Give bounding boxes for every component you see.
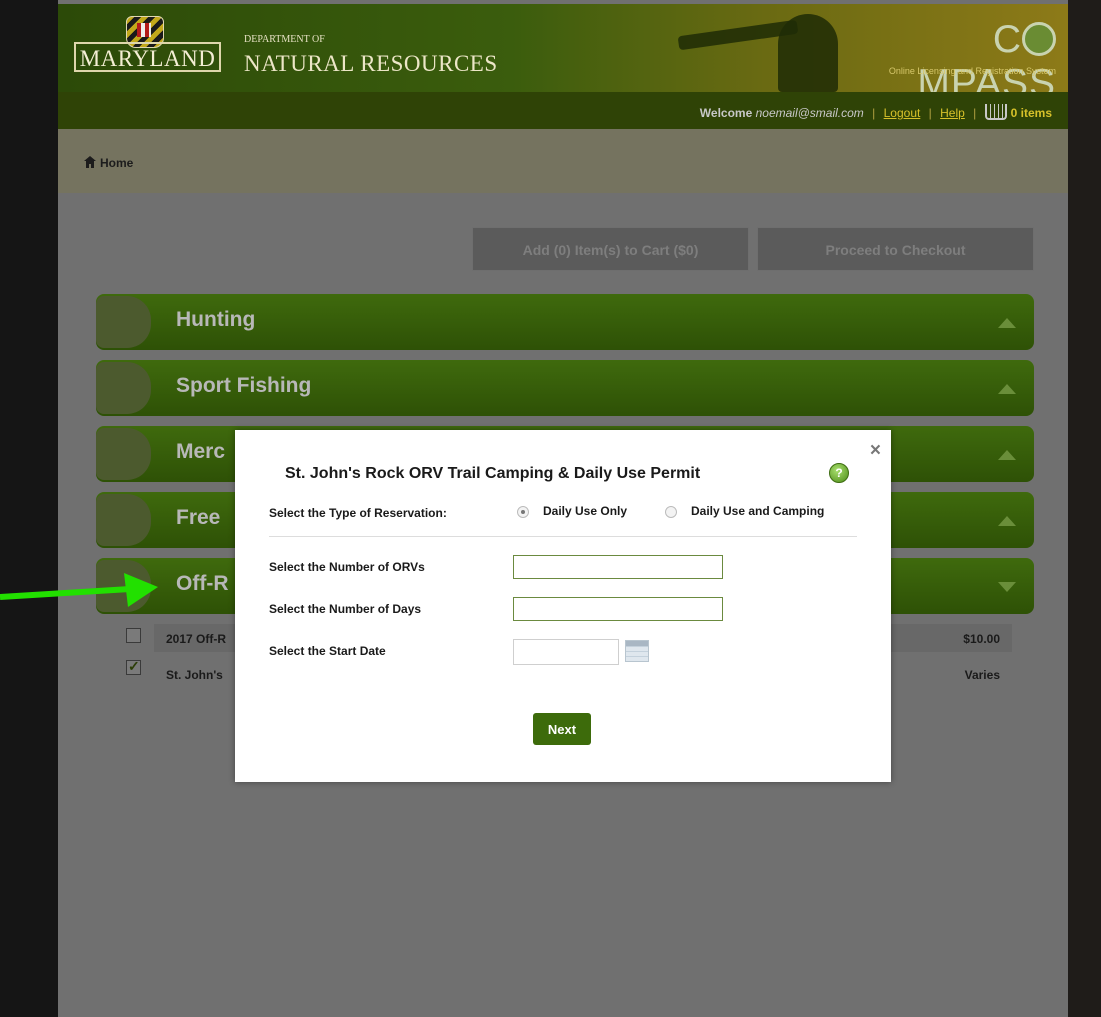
category-label: Merc — [176, 440, 226, 463]
compass-icon — [1022, 22, 1056, 56]
add-to-cart-button[interactable]: Add (0) Item(s) to Cart ($0) — [472, 227, 749, 271]
account-bar: Welcome noemail@smail.com | Logout | Hel… — [58, 92, 1068, 129]
radio-daily-use-camping[interactable] — [665, 506, 677, 518]
days-label: Select the Number of Days — [269, 602, 422, 616]
fish-icon — [96, 362, 151, 414]
dialog-title: St. John's Rock ORV Trail Camping & Dail… — [285, 465, 701, 482]
angler-silhouette-icon — [778, 14, 838, 92]
brand-subtitle: Online Licensing and Registration System — [888, 66, 1056, 76]
reservation-type-label: Select the Type of Reservation: — [269, 506, 447, 520]
page: MARYLAND DEPARTMENT OF NATURAL RESOURCES… — [58, 0, 1068, 1017]
radio-daily-use-label[interactable]: Daily Use Only — [543, 504, 627, 518]
cart-link[interactable]: 0 items — [984, 104, 1052, 120]
welcome-label: Welcome — [699, 106, 753, 120]
breadcrumb: Home — [58, 129, 1068, 193]
item-name: 2017 Off-R — [166, 632, 227, 646]
breadcrumb-home[interactable]: Home — [100, 156, 133, 170]
cart-icon — [984, 104, 1007, 120]
divider: | — [872, 106, 876, 120]
state-logo[interactable]: MARYLAND — [74, 42, 221, 72]
account-links: Welcome noemail@smail.com | Logout | Hel… — [700, 104, 1052, 120]
category-label: Free — [176, 506, 221, 529]
close-icon[interactable]: × — [870, 440, 881, 462]
user-email: noemail@smail.com — [755, 106, 864, 120]
checkout-button[interactable]: Proceed to Checkout — [757, 227, 1034, 271]
item-price: $10.00 — [963, 632, 1000, 646]
category-label: Hunting — [176, 308, 256, 331]
item-checkbox-checked[interactable] — [126, 658, 141, 675]
chevron-up-icon — [998, 384, 1016, 394]
item-name: St. John's — [166, 668, 223, 682]
item-checkbox[interactable] — [126, 628, 141, 643]
calendar-icon[interactable] — [625, 640, 649, 662]
help-link[interactable]: Help — [940, 106, 965, 120]
logout-link[interactable]: Logout — [884, 106, 921, 120]
chevron-up-icon — [998, 318, 1016, 328]
start-date-input[interactable] — [513, 639, 619, 665]
category-label: Off-R — [176, 572, 229, 595]
chevron-up-icon — [998, 516, 1016, 526]
home-icon — [84, 156, 96, 168]
right-gutter — [1068, 0, 1101, 1017]
days-input[interactable] — [513, 597, 723, 621]
chevron-down-icon — [998, 582, 1016, 592]
item-price: Varies — [964, 668, 1000, 682]
permit-dialog: × St. John's Rock ORV Trail Camping & Da… — [235, 430, 891, 782]
deer-icon — [96, 296, 151, 348]
start-date-label: Select the Start Date — [269, 644, 386, 658]
radio-daily-use[interactable] — [517, 506, 529, 518]
divider — [269, 536, 857, 537]
dept-label-small: DEPARTMENT OF — [244, 34, 325, 45]
radio-daily-use-camping-label[interactable]: Daily Use and Camping — [691, 504, 824, 518]
orvs-label: Select the Number of ORVs — [269, 560, 425, 574]
divider: | — [973, 106, 977, 120]
help-icon[interactable]: ? — [829, 463, 849, 483]
category-label: Sport Fishing — [176, 374, 312, 397]
arrow-icon — [0, 573, 158, 607]
id-card-icon — [96, 494, 151, 546]
next-button[interactable]: Next — [533, 713, 591, 745]
orvs-input[interactable] — [513, 555, 723, 579]
dept-label: NATURAL RESOURCES — [244, 51, 498, 76]
chevron-up-icon — [998, 450, 1016, 460]
divider: | — [928, 106, 932, 120]
category-hunting[interactable]: Hunting — [96, 294, 1034, 350]
category-sport-fishing[interactable]: Sport Fishing — [96, 360, 1034, 416]
cart-count: 0 items — [1010, 106, 1052, 120]
left-gutter — [0, 0, 58, 1017]
site-header: MARYLAND DEPARTMENT OF NATURAL RESOURCES… — [58, 4, 1068, 105]
tag-icon — [96, 428, 151, 480]
brand-letter: C — [992, 18, 1022, 61]
